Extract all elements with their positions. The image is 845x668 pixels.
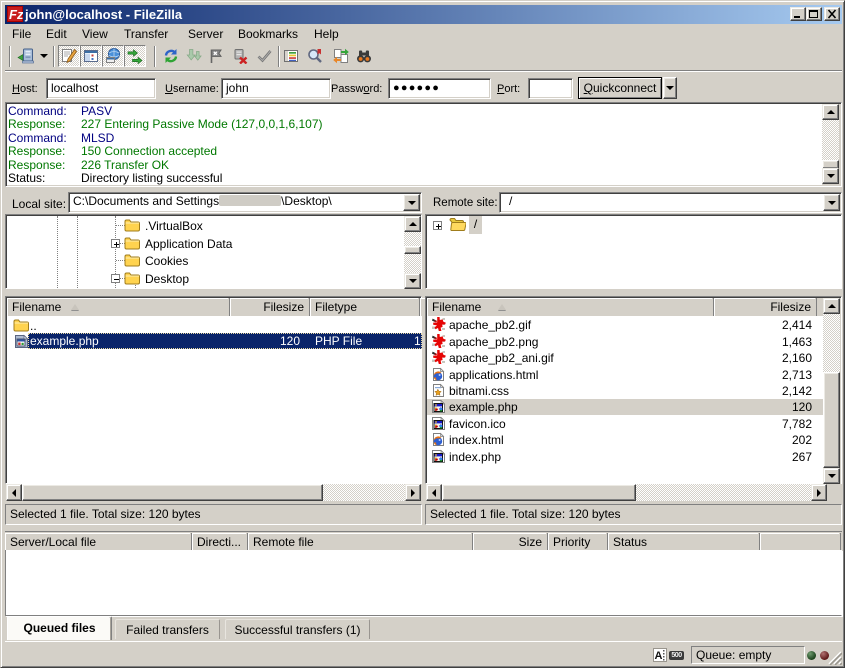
svg-text:A: A [655,650,663,662]
svg-text:Fz: Fz [9,7,23,22]
